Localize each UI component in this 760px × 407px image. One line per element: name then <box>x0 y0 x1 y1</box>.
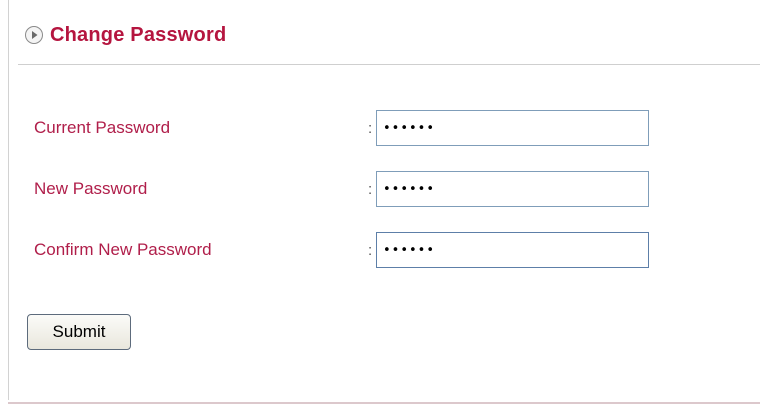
page-title: Change Password <box>50 23 227 46</box>
bottom-divider <box>8 402 760 404</box>
new-password-label: New Password <box>34 179 148 198</box>
label-separator: : <box>368 120 373 137</box>
new-password-row: New Password : <box>34 171 754 207</box>
change-password-panel: Change Password Current Password : New P… <box>0 0 760 407</box>
left-divider <box>8 0 9 400</box>
panel-header: Change Password <box>24 22 226 48</box>
header-divider <box>18 64 760 65</box>
confirm-password-field[interactable] <box>376 232 649 268</box>
confirm-password-label: Confirm New Password <box>34 240 212 259</box>
current-password-row: Current Password : <box>34 110 754 146</box>
confirm-password-row: Confirm New Password : <box>34 232 754 268</box>
circle-arrow-right-icon <box>24 25 44 45</box>
submit-button[interactable]: Submit <box>27 314 131 350</box>
new-password-field[interactable] <box>376 171 649 207</box>
label-separator: : <box>368 242 373 259</box>
current-password-field[interactable] <box>376 110 649 146</box>
label-separator: : <box>368 181 373 198</box>
current-password-label: Current Password <box>34 118 171 137</box>
